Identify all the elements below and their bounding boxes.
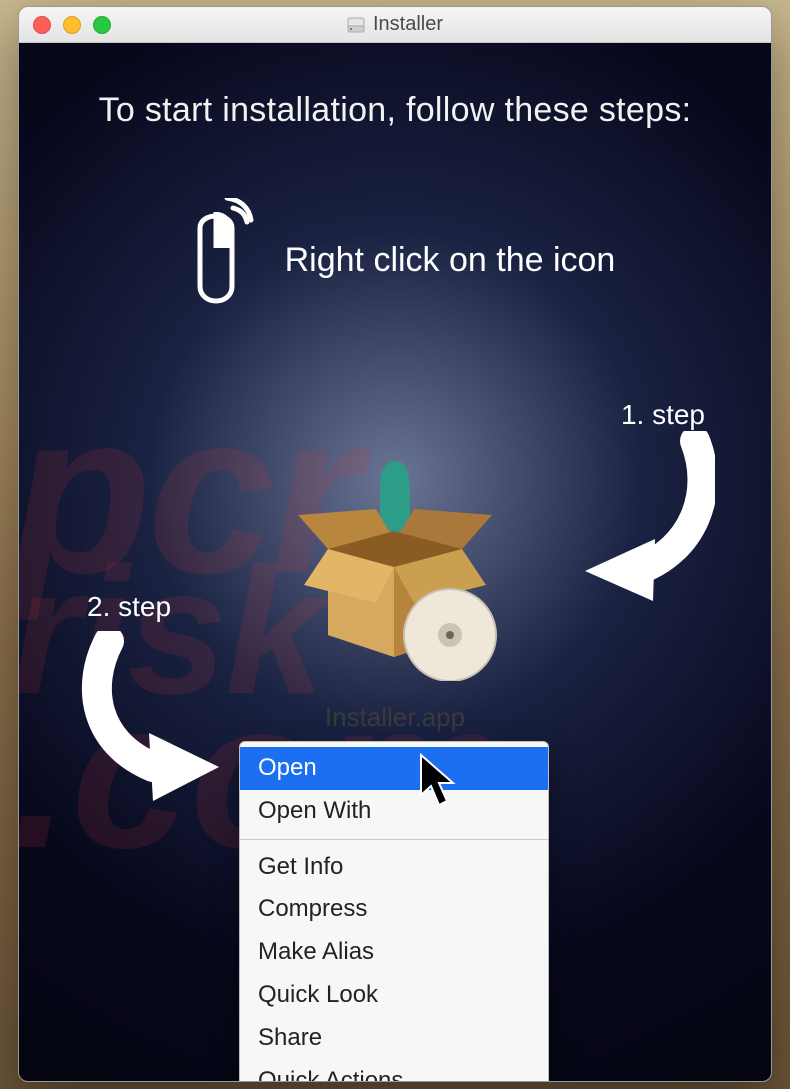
window-controls	[33, 16, 111, 34]
mouse-right-click-icon	[175, 198, 257, 323]
context-menu-item-make-alias[interactable]: Make Alias	[240, 931, 548, 974]
context-menu-item-open[interactable]: Open	[240, 747, 548, 790]
curved-arrow-down-left-icon	[575, 431, 715, 606]
package-box-disc-icon[interactable]	[290, 461, 500, 686]
context-menu-separator	[240, 839, 548, 840]
close-button[interactable]	[33, 16, 51, 34]
zoom-button[interactable]	[93, 16, 111, 34]
disk-icon	[347, 16, 365, 34]
window-title-text: Installer	[373, 13, 443, 36]
context-menu-item-get-info[interactable]: Get Info	[240, 846, 548, 889]
window-title: Installer	[19, 13, 771, 36]
installer-window: Installer pcr risk .com To start install…	[18, 6, 772, 1082]
context-menu-item-open-with[interactable]: Open With	[240, 790, 548, 833]
context-menu-item-compress[interactable]: Compress	[240, 888, 548, 931]
context-menu-item-quick-look[interactable]: Quick Look	[240, 974, 548, 1017]
titlebar[interactable]: Installer	[19, 7, 771, 43]
context-menu-item-share[interactable]: Share	[240, 1017, 548, 1060]
app-name-label: Installer.app	[290, 702, 500, 733]
headline-text: To start installation, follow these step…	[19, 91, 771, 130]
installer-app-item: Installer.app	[290, 461, 500, 733]
step1-label: 1. step	[621, 399, 705, 431]
step1-text: Right click on the icon	[285, 241, 616, 280]
minimize-button[interactable]	[63, 16, 81, 34]
step1-row: Right click on the icon	[19, 198, 771, 323]
context-menu-item-quick-actions[interactable]: Quick Actions	[240, 1060, 548, 1082]
curved-arrow-down-right-icon	[79, 631, 229, 806]
step2-label: 2. step	[87, 591, 171, 623]
context-menu: Open Open With Get Info Compress Make Al…	[239, 741, 549, 1082]
content-area: pcr risk .com To start installation, fol…	[19, 43, 771, 1081]
